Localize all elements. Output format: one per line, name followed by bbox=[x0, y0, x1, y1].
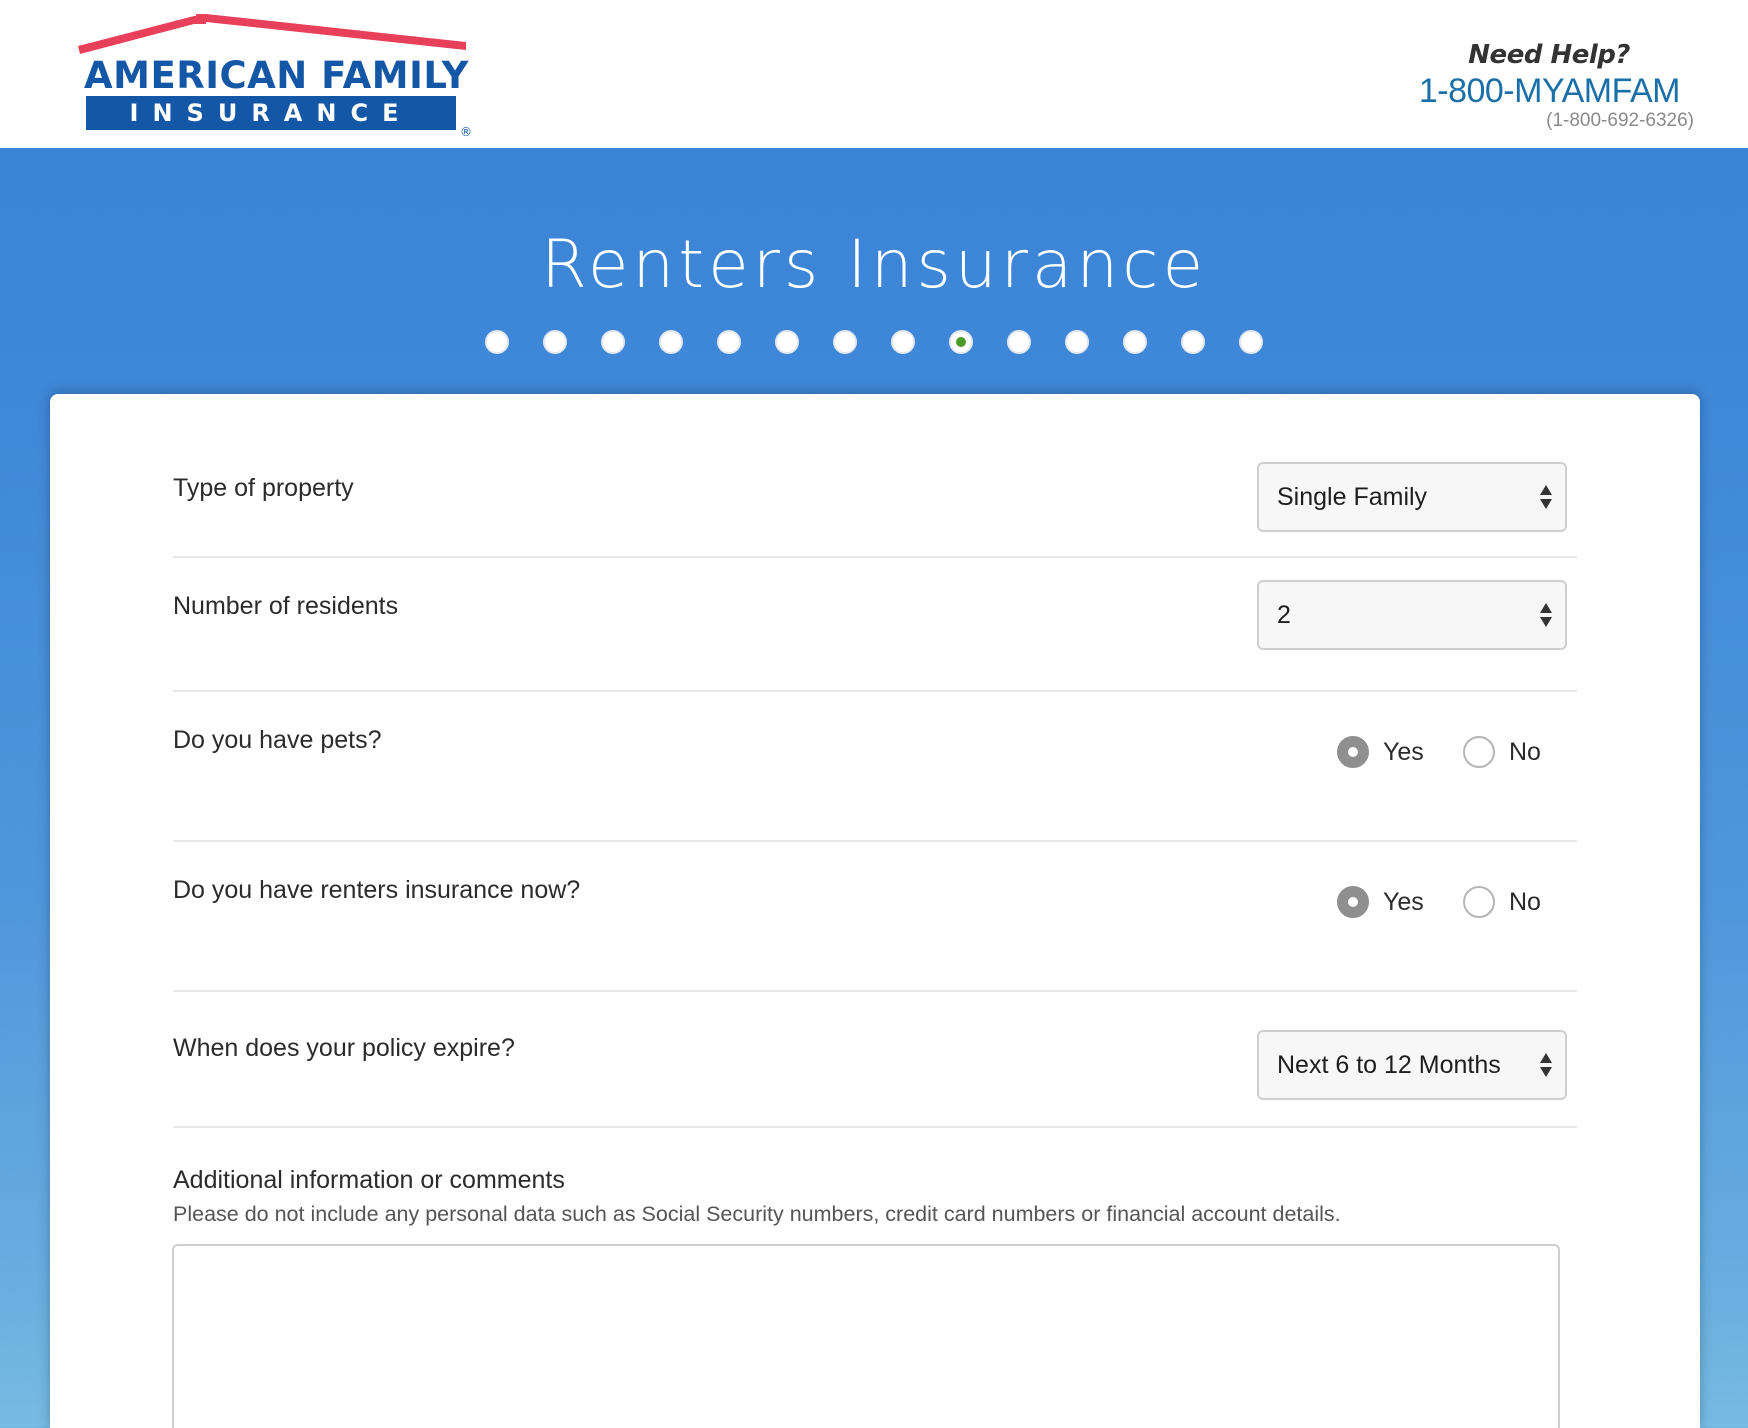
step-dot-icon[interactable] bbox=[601, 330, 625, 354]
help-title: Need Help? bbox=[1468, 40, 1630, 70]
logo-text-american-family: AMERICAN FAMILY bbox=[84, 54, 470, 97]
residents-label: Number of residents bbox=[173, 592, 399, 620]
step-dot-icon[interactable] bbox=[1123, 330, 1147, 354]
up-down-chevron-icon bbox=[1540, 603, 1552, 627]
current-insurance-no-label: No bbox=[1509, 888, 1541, 916]
help-contact: Need Help? 1-800-MYAMFAM (1-800-692-6326… bbox=[1384, 40, 1704, 136]
step-dot-icon[interactable] bbox=[1007, 330, 1031, 354]
quote-form-card: Type of property Single Family Number of… bbox=[50, 394, 1700, 1428]
step-dot-icon[interactable] bbox=[833, 330, 857, 354]
row-current-insurance: Do you have renters insurance now? Yes N… bbox=[173, 842, 1577, 992]
radio-checked-icon bbox=[1337, 886, 1369, 918]
row-property-type: Type of property Single Family bbox=[173, 454, 1577, 558]
row-residents: Number of residents 2 bbox=[173, 558, 1577, 692]
residents-value: 2 bbox=[1277, 601, 1291, 629]
property-type-select[interactable]: Single Family bbox=[1257, 462, 1567, 532]
step-dot-icon[interactable] bbox=[1181, 330, 1205, 354]
step-dot-icon[interactable] bbox=[1065, 330, 1089, 354]
property-type-label: Type of property bbox=[173, 474, 354, 502]
pets-yes-label: Yes bbox=[1383, 738, 1424, 766]
policy-expire-value: Next 6 to 12 Months bbox=[1277, 1051, 1501, 1079]
progress-steps bbox=[0, 330, 1748, 358]
row-pets: Do you have pets? Yes No bbox=[173, 692, 1577, 842]
comments-label: Additional information or comments bbox=[173, 1166, 565, 1194]
residents-select[interactable]: 2 bbox=[1257, 580, 1567, 650]
american-family-logo[interactable]: AMERICAN FAMILY INSURANCE ® bbox=[76, 12, 486, 138]
logo-text-insurance: INSURANCE bbox=[130, 99, 413, 127]
comments-privacy-note: Please do not include any personal data … bbox=[173, 1202, 1341, 1226]
step-dot-icon[interactable] bbox=[543, 330, 567, 354]
step-dot-icon[interactable] bbox=[775, 330, 799, 354]
step-dot-icon[interactable] bbox=[891, 330, 915, 354]
step-dot-icon[interactable] bbox=[659, 330, 683, 354]
help-phone-link[interactable]: 1-800-MYAMFAM bbox=[1384, 72, 1681, 111]
page-title: Renters Insurance bbox=[540, 226, 1208, 303]
radio-unchecked-icon bbox=[1463, 886, 1495, 918]
current-insurance-radio-group: Yes No bbox=[1337, 884, 1547, 924]
step-dot-icon-current[interactable] bbox=[949, 330, 973, 354]
step-dot-icon[interactable] bbox=[485, 330, 509, 354]
pets-no-label: No bbox=[1509, 738, 1541, 766]
current-insurance-yes-label: Yes bbox=[1383, 888, 1424, 916]
step-dot-icon[interactable] bbox=[717, 330, 741, 354]
row-policy-expire: When does your policy expire? Next 6 to … bbox=[173, 992, 1577, 1128]
property-type-value: Single Family bbox=[1277, 483, 1428, 511]
svg-text:®: ® bbox=[460, 125, 472, 138]
up-down-chevron-icon bbox=[1540, 485, 1552, 509]
radio-checked-icon bbox=[1337, 736, 1369, 768]
radio-unchecked-icon bbox=[1463, 736, 1495, 768]
pets-label: Do you have pets? bbox=[173, 726, 382, 754]
help-phone-digits: (1-800-692-6326) bbox=[1546, 110, 1694, 131]
current-insurance-label: Do you have renters insurance now? bbox=[173, 876, 581, 904]
up-down-chevron-icon bbox=[1540, 1053, 1552, 1077]
policy-expire-select[interactable]: Next 6 to 12 Months bbox=[1257, 1030, 1567, 1100]
step-dot-icon[interactable] bbox=[1239, 330, 1263, 354]
policy-expire-label: When does your policy expire? bbox=[173, 1034, 515, 1062]
site-header: AMERICAN FAMILY INSURANCE ® Need Help? 1… bbox=[0, 0, 1748, 148]
comments-textarea[interactable] bbox=[172, 1244, 1560, 1428]
pets-radio-group: Yes No bbox=[1337, 734, 1547, 774]
